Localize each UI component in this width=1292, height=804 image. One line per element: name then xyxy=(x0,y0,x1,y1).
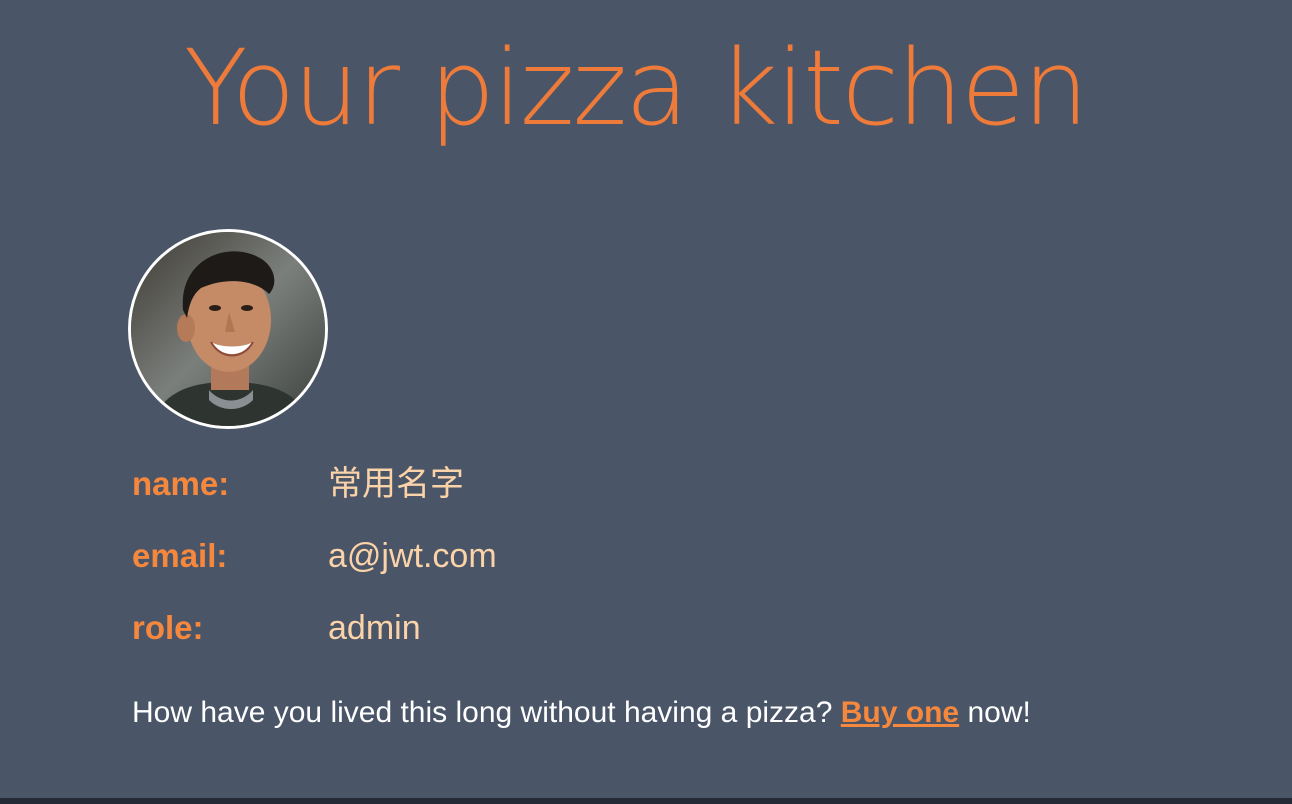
avatar xyxy=(128,229,328,429)
bottom-edge xyxy=(0,798,1292,804)
page-title: Your pizza kitchen xyxy=(184,27,1089,149)
promo-message-suffix: now! xyxy=(959,696,1031,729)
buy-one-link[interactable]: Buy one xyxy=(841,696,959,729)
email-label: email: xyxy=(132,537,228,574)
promo-message: How have you lived this long without hav… xyxy=(132,690,1031,736)
email-value: a@jwt.com xyxy=(328,537,497,575)
role-value: admin xyxy=(328,609,421,647)
name-label: name: xyxy=(132,465,230,502)
avatar-image xyxy=(131,232,325,426)
page: Your pizza kitchen name: 常用名字 email: a@j… xyxy=(0,0,1292,798)
promo-message-prefix: How have you lived this long without hav… xyxy=(132,696,841,729)
role-label: role: xyxy=(132,609,204,646)
name-value: 常用名字 xyxy=(328,465,464,503)
